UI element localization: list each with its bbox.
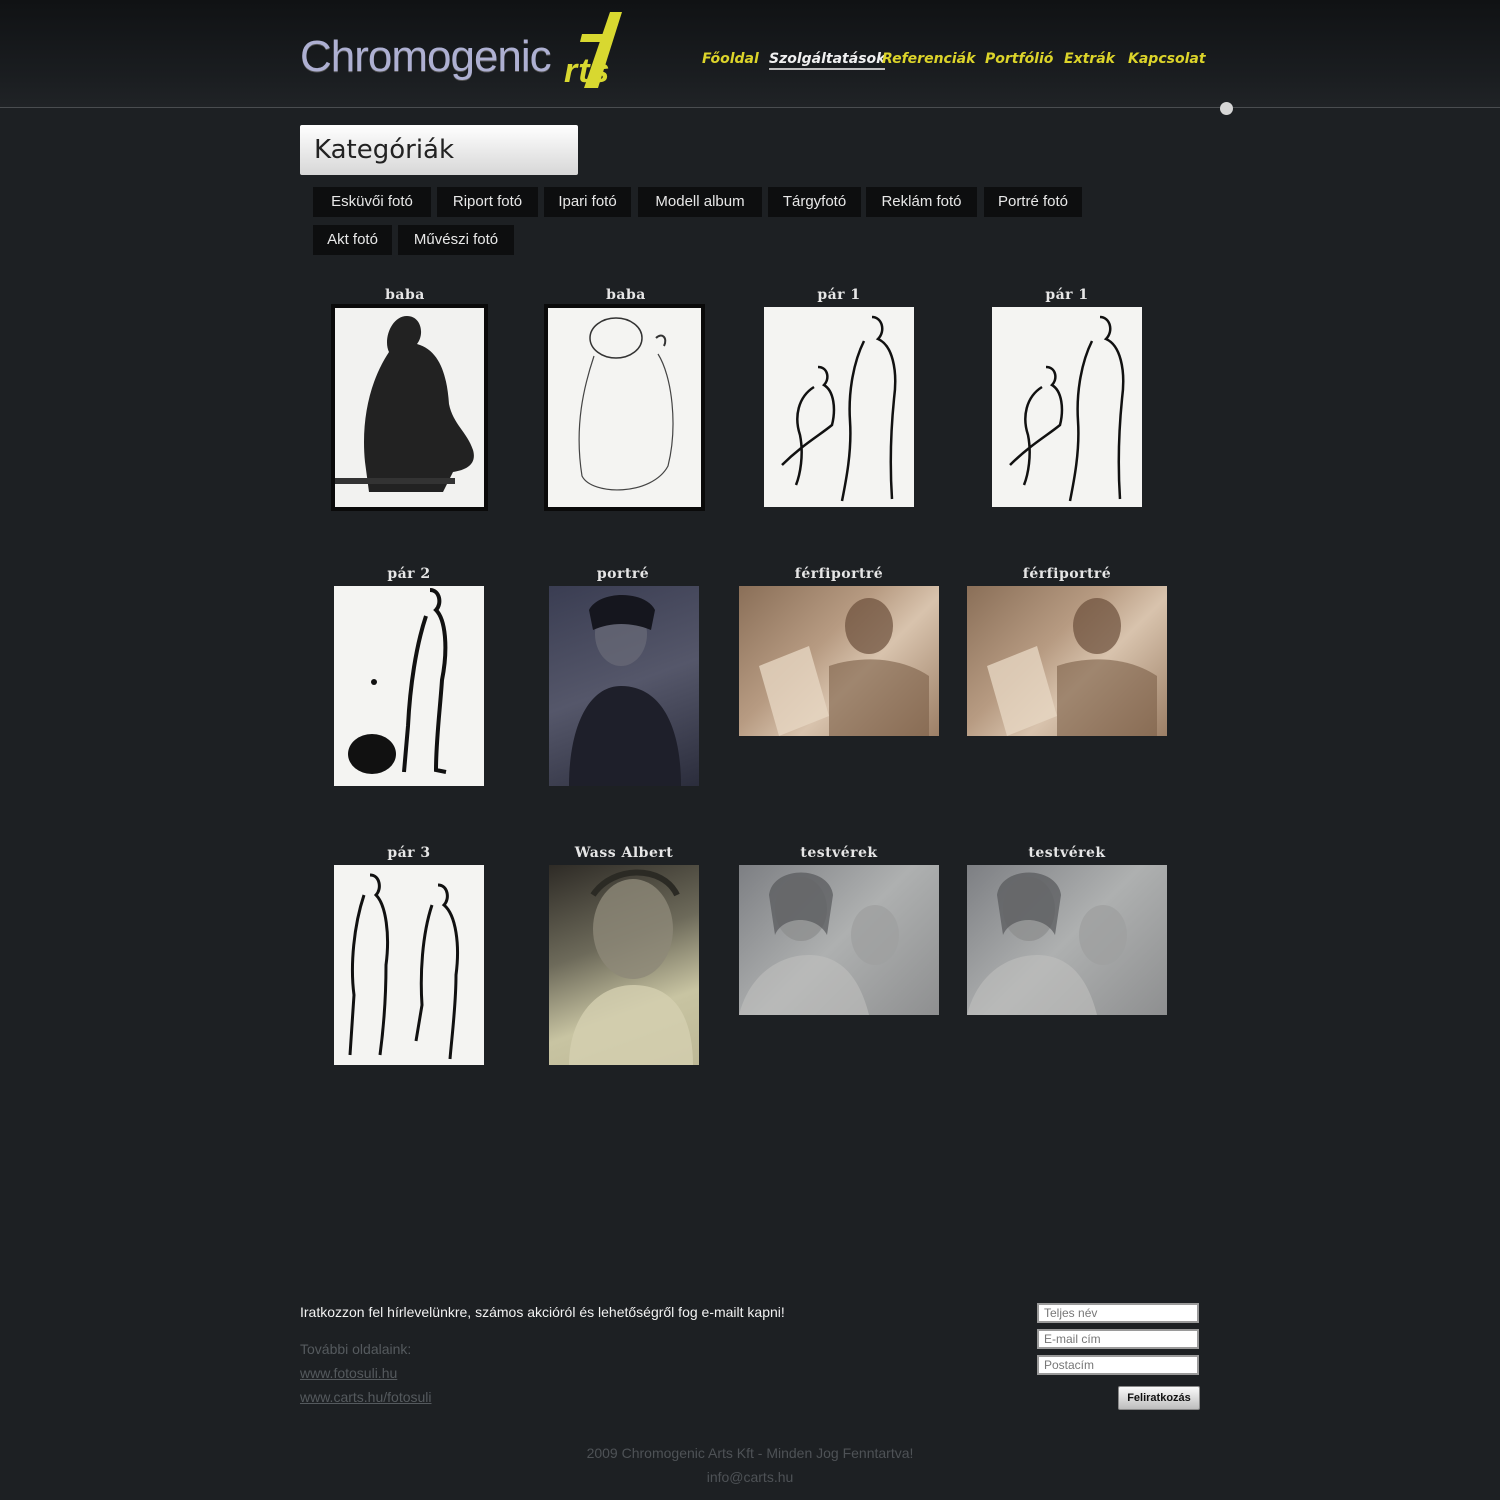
- couple-sketch: [348, 588, 448, 774]
- sisters-sketch: [739, 872, 899, 1015]
- nav-extrak[interactable]: Extrák: [1064, 51, 1115, 67]
- gallery-image[interactable]: [334, 586, 484, 786]
- gallery-image[interactable]: [992, 307, 1142, 507]
- category-portre[interactable]: Portré fotó: [984, 187, 1082, 217]
- couple-sketch: [781, 315, 897, 502]
- category-ipari[interactable]: Ipari fotó: [544, 187, 631, 217]
- nav-fooldal[interactable]: Főoldal: [702, 51, 759, 67]
- nav-szolgaltatasok[interactable]: Szolgáltatások: [769, 51, 886, 70]
- more-sites-label: További oldalaink:: [300, 1341, 412, 1357]
- category-eskuvoi[interactable]: Esküvői fotó: [313, 187, 431, 217]
- gallery-title: testvérek: [800, 845, 878, 861]
- gallery-image[interactable]: [739, 865, 939, 1015]
- gallery-title: pár 1: [817, 287, 861, 303]
- subscribe-button[interactable]: Feliratkozás: [1118, 1386, 1200, 1410]
- gallery-title: baba: [385, 287, 425, 303]
- gallery-title: testvérek: [1028, 845, 1106, 861]
- gallery-title: pár 2: [387, 566, 431, 582]
- category-muveszi[interactable]: Művészi fotó: [398, 225, 514, 255]
- gallery-title: pár 3: [387, 845, 431, 861]
- gallery-image[interactable]: [967, 586, 1167, 736]
- old-man-portrait: [569, 869, 693, 1065]
- link-carts-fotosuli[interactable]: www.carts.hu/fotosuli: [300, 1385, 432, 1409]
- newsletter-text: Iratkozzon fel hírlevelünkre, számos akc…: [300, 1304, 785, 1320]
- header-dot: [1220, 102, 1233, 115]
- nav-kapcsolat[interactable]: Kapcsolat: [1128, 51, 1206, 67]
- gallery-image[interactable]: [764, 307, 914, 507]
- link-fotosuli[interactable]: www.fotosuli.hu: [300, 1361, 432, 1385]
- nude-back-sketch: [335, 308, 484, 507]
- gallery-title: Wass Albert: [574, 845, 674, 861]
- gallery-image[interactable]: [334, 865, 484, 1065]
- sisters-sketch: [967, 872, 1127, 1015]
- gallery-title: baba: [606, 287, 646, 303]
- contact-email[interactable]: info@carts.hu: [0, 1469, 1500, 1485]
- gallery-title: férfiportré: [1022, 566, 1112, 582]
- gallery-image[interactable]: [544, 304, 705, 511]
- gallery-title: férfiportré: [794, 566, 884, 582]
- category-modell[interactable]: Modell album: [638, 187, 762, 217]
- gallery-title: pár 1: [1045, 287, 1089, 303]
- nav-referenciak[interactable]: Referenciák: [882, 51, 975, 67]
- site-header: Chromogenic rts Főoldal Szolgáltatások R…: [0, 0, 1500, 108]
- man-reading-sketch: [759, 598, 929, 736]
- nav-portfolio[interactable]: Portfólió: [985, 51, 1053, 67]
- category-akt[interactable]: Akt fotó: [313, 225, 392, 255]
- gallery-image[interactable]: [739, 586, 939, 736]
- couple-sketch: [348, 873, 459, 1060]
- logo-text: Chromogenic: [300, 32, 552, 81]
- name-field[interactable]: Teljes név: [1037, 1303, 1199, 1323]
- address-field[interactable]: Postacím: [1037, 1355, 1199, 1375]
- site-logo[interactable]: Chromogenic rts: [300, 12, 630, 92]
- gallery-image[interactable]: [549, 865, 699, 1065]
- portrait-charcoal: [569, 595, 681, 786]
- gallery-image[interactable]: [331, 304, 488, 511]
- email-field[interactable]: E-mail cím: [1037, 1329, 1199, 1349]
- categories-title: Kategóriák: [300, 125, 578, 175]
- gallery-image[interactable]: [549, 586, 699, 786]
- man-reading-sketch: [987, 598, 1157, 736]
- more-sites: További oldalaink: www.fotosuli.hu www.c…: [300, 1337, 432, 1409]
- gallery-title: portré: [596, 566, 650, 582]
- baby-sketch: [548, 308, 701, 507]
- logo-accent-text: rts: [564, 52, 611, 90]
- category-reklam[interactable]: Reklám fotó: [866, 187, 977, 217]
- category-riport[interactable]: Riport fotó: [437, 187, 538, 217]
- gallery-image[interactable]: [967, 865, 1167, 1015]
- couple-sketch: [1009, 315, 1125, 502]
- category-targy[interactable]: Tárgyfotó: [768, 187, 861, 217]
- copyright: 2009 Chromogenic Arts Kft - Minden Jog F…: [586, 1445, 914, 1461]
